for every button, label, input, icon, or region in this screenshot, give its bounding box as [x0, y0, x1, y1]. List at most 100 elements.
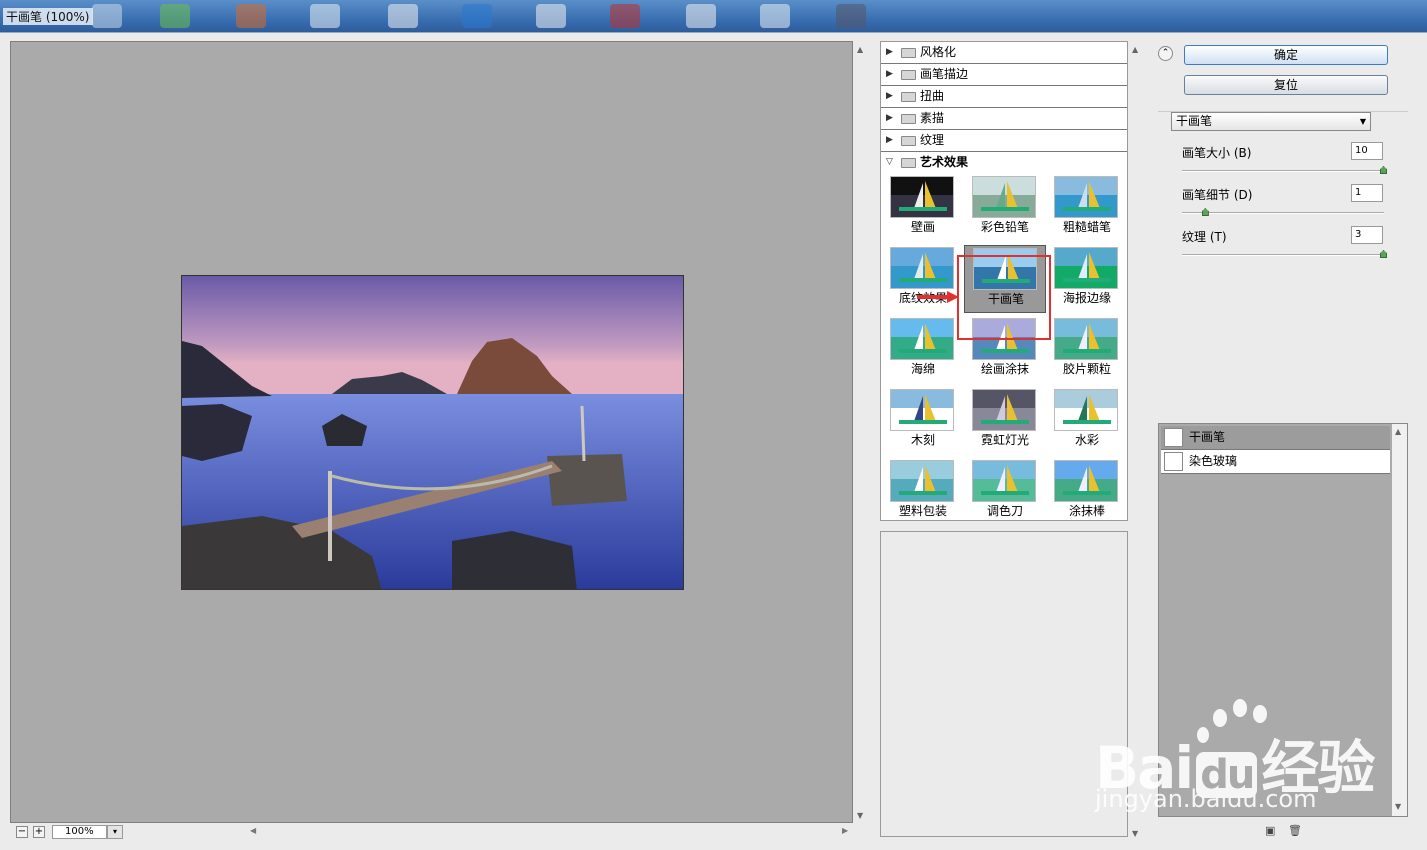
taskbar-app-icon[interactable] — [388, 4, 418, 28]
preview-vertical-scrollbar[interactable]: ▲ ▼ — [855, 41, 869, 823]
taskbar-app-icon[interactable] — [536, 4, 566, 28]
filter-thumb-8[interactable]: 胶片颗粒 — [1046, 316, 1128, 384]
annotation-arrow-icon — [917, 291, 959, 303]
folder-icon — [901, 48, 916, 58]
category-label: 风格化 — [920, 45, 957, 59]
brush-size-label: 画笔大小 (B) — [1182, 146, 1252, 160]
expand-arrow-icon[interactable]: ▶ — [886, 86, 893, 107]
taskbar-app-icon[interactable] — [610, 4, 640, 28]
effect-layer-active[interactable]: 干画笔 — [1161, 426, 1390, 450]
category-texture[interactable]: ▶ 纹理 — [881, 130, 1127, 152]
filter-preview-image — [1054, 389, 1118, 431]
visibility-toggle[interactable] — [1164, 452, 1183, 471]
category-sketch[interactable]: ▶ 素描 — [881, 108, 1127, 130]
filter-preview-image — [890, 460, 954, 502]
effect-layer[interactable]: 染色玻璃 — [1161, 450, 1390, 474]
zoom-level-field[interactable]: 100% — [52, 825, 107, 839]
scroll-up-arrow-icon[interactable]: ▲ — [1395, 427, 1401, 436]
taskbar-app-icon[interactable] — [160, 4, 190, 28]
scroll-up-arrow-icon[interactable]: ▲ — [1132, 45, 1138, 54]
filter-label: 胶片颗粒 — [1062, 362, 1111, 376]
scroll-up-arrow-icon[interactable]: ▲ — [857, 45, 863, 54]
filter-label: 木刻 — [910, 433, 935, 447]
brush-detail-slider[interactable] — [1182, 208, 1384, 216]
brush-detail-label: 画笔细节 (D) — [1182, 188, 1253, 202]
zoom-in-button[interactable]: + — [33, 826, 45, 838]
slider-knob[interactable] — [1380, 166, 1387, 174]
filter-thumb-14[interactable]: 涂抹棒 — [1046, 458, 1128, 526]
category-stylize[interactable]: ▶ 风格化 — [881, 42, 1127, 64]
filter-gallery-dialog: ▲ ▼ − + 100% ▾ ◀ ▶ ▶ 风格化 ▶ 画笔描边 ▶ 扭曲 ▶ 素… — [0, 32, 1427, 850]
filter-label: 彩色铅笔 — [980, 220, 1029, 234]
category-brush-strokes[interactable]: ▶ 画笔描边 — [881, 64, 1127, 86]
filter-thumb-1[interactable]: 彩色铅笔 — [964, 174, 1046, 242]
filter-thumb-11[interactable]: 水彩 — [1046, 387, 1128, 455]
filter-label: 粗糙蜡笔 — [1062, 220, 1111, 234]
taskbar-app-icon[interactable] — [686, 4, 716, 28]
expand-arrow-icon[interactable]: ▶ — [886, 130, 893, 151]
brush-size-input[interactable]: 10 — [1351, 142, 1383, 160]
trash-icon[interactable]: 🗑 — [1288, 824, 1302, 837]
filter-label: 塑料包装 — [898, 504, 947, 518]
filter-thumb-9[interactable]: 木刻 — [882, 387, 964, 455]
taskbar-app-icon[interactable] — [92, 4, 122, 28]
window-titlebar: 干画笔 (100%) — [0, 0, 1427, 32]
zoom-out-button[interactable]: − — [16, 826, 28, 838]
taskbar-app-icon[interactable] — [836, 4, 866, 28]
filter-thumb-5[interactable]: 海报边缘 — [1046, 245, 1128, 313]
filter-preview-image — [972, 389, 1036, 431]
filter-select-dropdown[interactable]: 干画笔 ▼ — [1171, 112, 1371, 131]
brush-detail-input[interactable]: 1 — [1351, 184, 1383, 202]
filter-panel-empty-area — [880, 531, 1128, 837]
layer-name: 干画笔 — [1189, 430, 1226, 444]
brush-size-slider[interactable] — [1182, 166, 1387, 174]
expand-arrow-icon[interactable]: ▶ — [886, 108, 893, 129]
ok-button[interactable]: 确定 — [1184, 45, 1388, 65]
collapse-arrow-icon[interactable]: ▽ — [886, 152, 893, 173]
category-distort[interactable]: ▶ 扭曲 — [881, 86, 1127, 108]
layer-name: 染色玻璃 — [1189, 454, 1238, 468]
filter-label: 涂抹棒 — [1068, 504, 1105, 518]
scroll-down-arrow-icon[interactable]: ▼ — [1395, 802, 1401, 811]
window-title: 干画笔 (100%) — [3, 8, 93, 25]
zoom-dropdown-button[interactable]: ▾ — [107, 825, 123, 839]
filter-preview-image — [1054, 318, 1118, 360]
scroll-right-arrow-icon[interactable]: ▶ — [842, 826, 848, 835]
category-artistic[interactable]: ▽ 艺术效果 — [881, 152, 1127, 174]
visibility-toggle[interactable] — [1164, 428, 1183, 447]
filter-label: 水彩 — [1074, 433, 1099, 447]
folder-open-icon — [901, 158, 916, 168]
filter-thumb-10[interactable]: 霓虹灯光 — [964, 387, 1046, 455]
scroll-left-arrow-icon[interactable]: ◀ — [250, 826, 256, 835]
filter-thumb-12[interactable]: 塑料包装 — [882, 458, 964, 526]
slider-knob[interactable] — [1201, 208, 1209, 216]
texture-slider[interactable] — [1182, 250, 1387, 258]
reset-button[interactable]: 复位 — [1184, 75, 1388, 95]
new-effect-layer-icon[interactable]: ▣ — [1265, 824, 1275, 837]
taskbar-app-icon[interactable] — [310, 4, 340, 28]
slider-knob[interactable] — [1380, 250, 1387, 258]
expand-arrow-icon[interactable]: ▶ — [886, 64, 893, 85]
filter-thumb-0[interactable]: 壁画 — [882, 174, 964, 242]
scroll-down-arrow-icon[interactable]: ▼ — [1132, 829, 1138, 838]
filter-preview-image — [972, 176, 1036, 218]
category-label: 纹理 — [920, 133, 945, 147]
filter-label: 霓虹灯光 — [980, 433, 1029, 447]
filter-thumb-6[interactable]: 海绵 — [882, 316, 964, 384]
taskbar-app-icon[interactable] — [236, 4, 266, 28]
dropdown-arrow-icon: ▼ — [1359, 117, 1366, 126]
filter-preview-image — [890, 389, 954, 431]
taskbar-app-icon[interactable] — [462, 4, 492, 28]
preview-horizontal-scrollbar[interactable]: ◀ ▶ — [250, 826, 850, 838]
filter-thumb-13[interactable]: 调色刀 — [964, 458, 1046, 526]
folder-icon — [901, 70, 916, 80]
filter-thumb-2[interactable]: 粗糙蜡笔 — [1046, 174, 1128, 242]
filter-preview-image — [1054, 176, 1118, 218]
texture-input[interactable]: 3 — [1351, 226, 1383, 244]
taskbar-app-icon[interactable] — [760, 4, 790, 28]
texture-label: 纹理 (T) — [1182, 230, 1227, 244]
expand-arrow-icon[interactable]: ▶ — [886, 42, 893, 63]
scroll-down-arrow-icon[interactable]: ▼ — [857, 811, 863, 820]
collapse-toggle-icon[interactable]: ⌃ — [1158, 46, 1173, 61]
preview-statusbar: − + 100% ▾ ◀ ▶ — [10, 824, 853, 840]
